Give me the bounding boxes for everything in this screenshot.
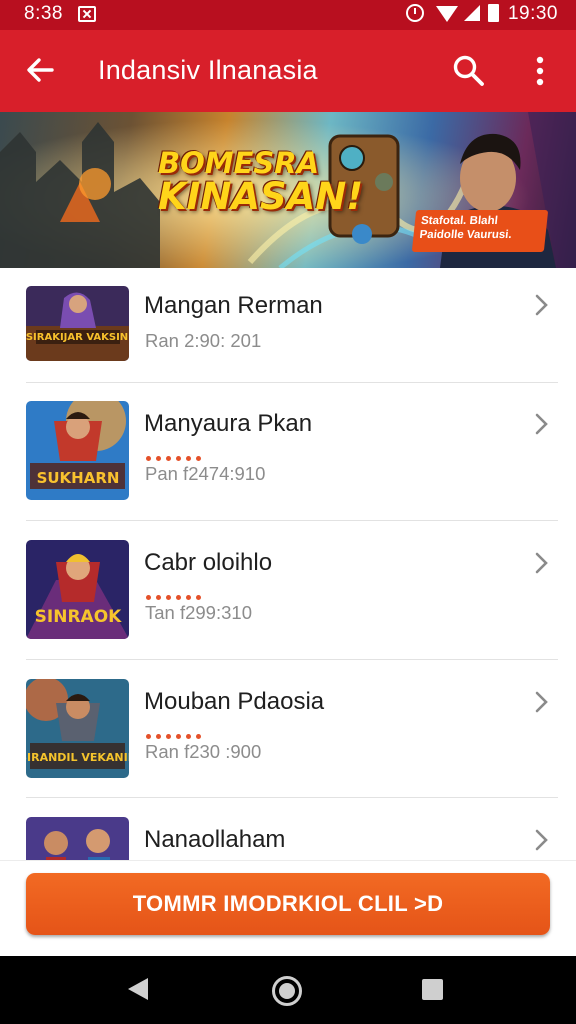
- banner-promo-box: Stafotal. Blahl Paidolle Vaurusi.: [411, 210, 549, 252]
- thumb-text: SIRANDIL VEKANIN: [26, 751, 129, 764]
- chevron-right-icon: [535, 691, 548, 713]
- thumb-text: SIRAKIJAR VAKSIN: [26, 332, 128, 343]
- game-thumbnail: [26, 817, 129, 860]
- game-name: Manyaura Pkan: [144, 410, 313, 437]
- signal-icon: [464, 5, 480, 21]
- game-list: SIRAKIJAR VAKSIN Mangan Rerman Ran 2:90:…: [0, 268, 576, 860]
- game-thumbnail: SIRAKIJAR VAKSIN: [26, 286, 129, 361]
- nav-home-icon[interactable]: [272, 976, 302, 1006]
- list-item[interactable]: SUKHARN Manyaura Pkan Pan f2474:910: [0, 390, 576, 528]
- list-divider: [26, 659, 558, 660]
- more-vertical-icon[interactable]: [528, 54, 552, 88]
- rating-dots: [146, 448, 206, 461]
- status-clock: 19:30: [507, 3, 558, 24]
- wifi-icon: [436, 6, 458, 22]
- game-name: Mouban Pdaosia: [144, 688, 325, 715]
- game-name: Nanaollaham: [144, 826, 286, 853]
- primary-cta-button[interactable]: TOMMR IMODRKIOL CLIL >D: [26, 873, 550, 935]
- banner-headline-line1: BOMESRA: [158, 146, 320, 180]
- system-nav-bar: [0, 956, 576, 1024]
- list-item[interactable]: Nanaollaham: [0, 806, 576, 860]
- game-thumbnail: SUKHARN: [26, 401, 129, 500]
- app-bar: Indansiv Ilnanasia: [0, 30, 576, 112]
- game-subtitle: Ran f230 :900: [145, 741, 262, 762]
- rating-dots: [146, 587, 206, 600]
- promo-line1: Stafotal. Blahl: [420, 215, 499, 227]
- banner-headline-line2: KINASAN!: [158, 175, 364, 219]
- game-thumbnail: SINRAOK: [26, 540, 129, 639]
- chevron-right-icon: [535, 829, 548, 851]
- bottom-action-area: TOMMR IMODRKIOL CLIL >D: [0, 860, 576, 956]
- search-icon[interactable]: [452, 54, 486, 88]
- notification-icon: [78, 6, 96, 22]
- game-name: Mangan Rerman: [144, 292, 323, 319]
- arrow-left-icon[interactable]: [24, 54, 56, 86]
- thumb-text: SUKHARN: [37, 469, 120, 487]
- banner-headline: BOMESRA KINASAN!: [158, 148, 398, 217]
- rating-dots: [146, 726, 206, 739]
- nav-back-icon[interactable]: [128, 978, 148, 1000]
- page-title: Indansiv Ilnanasia: [98, 55, 318, 85]
- list-divider: [26, 382, 558, 383]
- promo-line2: Paidolle Vaurusi.: [418, 228, 513, 241]
- chevron-right-icon: [535, 294, 548, 316]
- game-subtitle: Tan f299:310: [145, 602, 252, 623]
- game-subtitle: Pan f2474:910: [145, 463, 266, 484]
- thumb-text: SINRAOK: [35, 607, 122, 627]
- chevron-right-icon: [535, 552, 548, 574]
- list-item[interactable]: SIRAKIJAR VAKSIN Mangan Rerman Ran 2:90:…: [0, 268, 576, 406]
- game-subtitle: Ran 2:90: 201: [145, 330, 262, 351]
- nav-recents-icon[interactable]: [422, 979, 443, 1000]
- list-item[interactable]: SINRAOK Cabr oloihlo Tan f299:310: [0, 529, 576, 667]
- list-divider: [26, 520, 558, 521]
- alarm-icon: [406, 4, 424, 22]
- chevron-right-icon: [535, 413, 548, 435]
- game-thumbnail: SIRANDIL VEKANIN: [26, 679, 129, 778]
- status-time: 8:38: [24, 3, 63, 24]
- game-name: Cabr oloihlo: [144, 549, 273, 576]
- battery-icon: [488, 4, 499, 22]
- promo-banner[interactable]: BOMESRA KINASAN! Stafotal. Blahl Paidoll…: [0, 112, 576, 268]
- list-divider: [26, 797, 558, 798]
- list-item[interactable]: SIRANDIL VEKANIN Mouban Pdaosia Ran f230…: [0, 668, 576, 806]
- status-bar: 8:38 19:30: [0, 0, 576, 30]
